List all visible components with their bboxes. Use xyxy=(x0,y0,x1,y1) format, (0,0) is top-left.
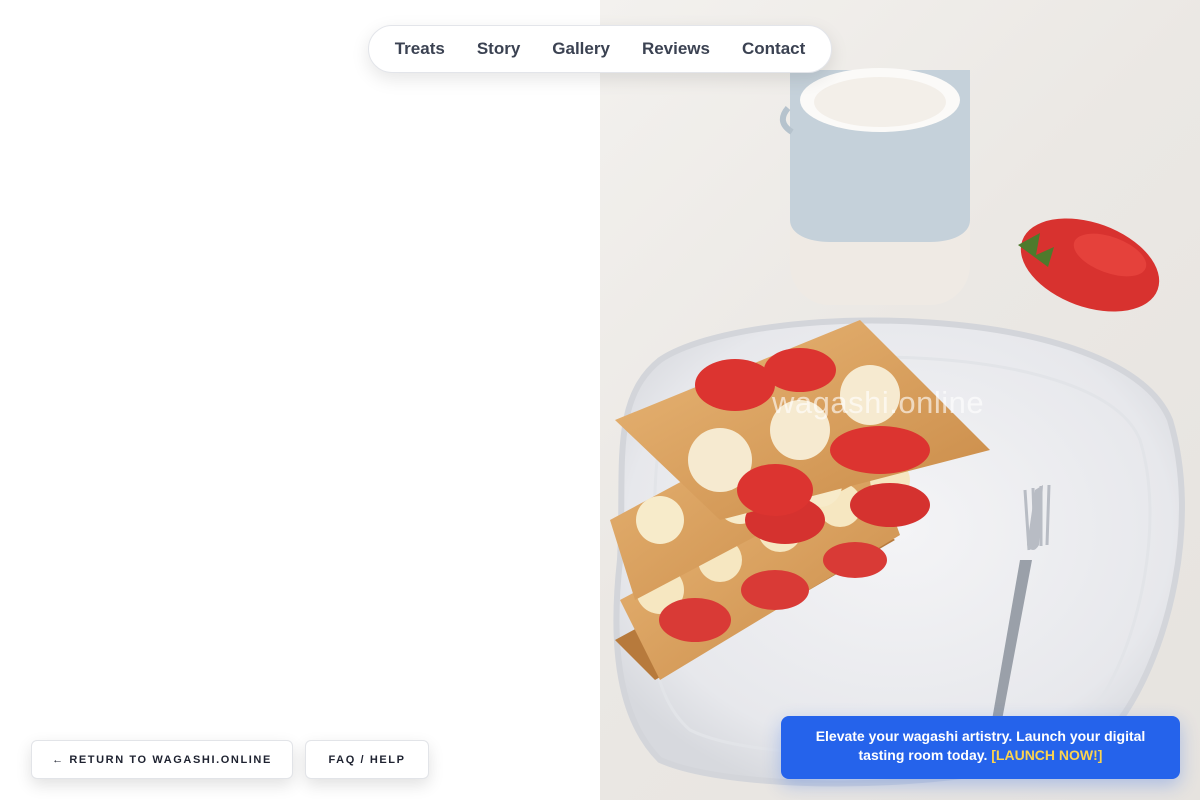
cta-banner[interactable]: Elevate your wagashi artistry. Launch yo… xyxy=(781,716,1180,779)
watermark-text: wagashi.online xyxy=(772,385,985,420)
faq-help-button[interactable]: FAQ / HELP xyxy=(305,740,429,779)
milk-jug xyxy=(779,68,970,305)
nav-item-gallery[interactable]: Gallery xyxy=(552,39,610,59)
nav-item-reviews[interactable]: Reviews xyxy=(642,39,710,59)
cta-launch-link[interactable]: [LAUNCH NOW!] xyxy=(991,747,1102,763)
nav-item-treats[interactable]: Treats xyxy=(395,39,445,59)
strawberry xyxy=(1018,218,1160,312)
top-navigation: Treats Story Gallery Reviews Contact xyxy=(368,25,832,73)
left-blank-pane xyxy=(0,0,600,800)
nav-item-story[interactable]: Story xyxy=(477,39,520,59)
return-to-site-button[interactable]: ← RETURN TO WAGASHI.ONLINE xyxy=(31,740,293,779)
nav-item-contact[interactable]: Contact xyxy=(742,39,805,59)
